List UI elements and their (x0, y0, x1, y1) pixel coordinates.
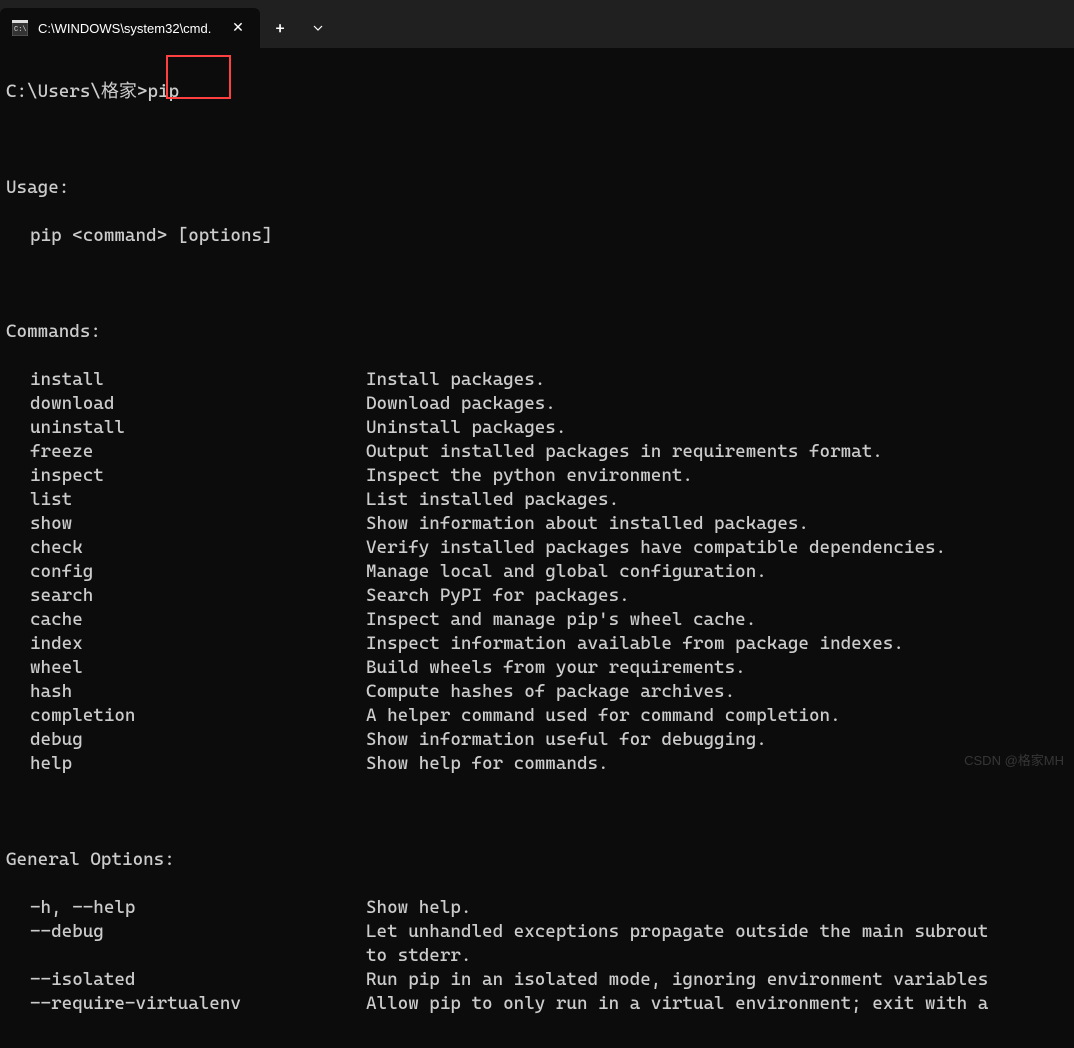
command-row: checkVerify installed packages have comp… (6, 536, 1068, 560)
command-row: inspectInspect the python environment. (6, 464, 1068, 488)
option-desc: Show help. (366, 897, 471, 918)
command-name: help (30, 752, 366, 776)
general-options-header: General Options: (6, 848, 1068, 872)
command-row: installInstall packages. (6, 368, 1068, 392)
option-name: -h, --help (30, 896, 366, 920)
command-row: helpShow help for commands. (6, 752, 1068, 776)
command-row: debugShow information useful for debuggi… (6, 728, 1068, 752)
command-desc: Show information about installed package… (366, 513, 809, 534)
blank-line (6, 128, 1068, 152)
command-name: index (30, 632, 366, 656)
command-row: showShow information about installed pac… (6, 512, 1068, 536)
terminal-output[interactable]: C:\Users\格家>pip Usage: pip <command> [op… (0, 48, 1074, 1048)
terminal-tab[interactable]: C:\ C:\WINDOWS\system32\cmd. ✕ (0, 8, 260, 48)
titlebar: C:\ C:\WINDOWS\system32\cmd. ✕ + (0, 0, 1074, 48)
commands-list: installInstall packages.downloadDownload… (6, 368, 1068, 776)
option-row: --isolatedRun pip in an isolated mode, i… (6, 968, 1068, 992)
command-name: list (30, 488, 366, 512)
command-name: show (30, 512, 366, 536)
command-name: cache (30, 608, 366, 632)
command-name: check (30, 536, 366, 560)
option-desc: Let unhandled exceptions propagate outsi… (366, 921, 988, 942)
general-options-list: -h, --helpShow help.--debugLet unhandled… (6, 896, 1068, 1016)
option-name: --debug (30, 920, 366, 944)
command-name: config (30, 560, 366, 584)
command-desc: Search PyPI for packages. (366, 585, 630, 606)
command-name: inspect (30, 464, 366, 488)
command-desc: List installed packages. (366, 489, 619, 510)
tab-title: C:\WINDOWS\system32\cmd. (38, 21, 218, 36)
command-desc: Show information useful for debugging. (366, 729, 767, 750)
command-row: configManage local and global configurat… (6, 560, 1068, 584)
tab-dropdown-button[interactable] (300, 8, 336, 48)
command-row: indexInspect information available from … (6, 632, 1068, 656)
command-row: hashCompute hashes of package archives. (6, 680, 1068, 704)
command-row: listList installed packages. (6, 488, 1068, 512)
command-desc: Inspect and manage pip's wheel cache. (366, 609, 756, 630)
option-desc: Run pip in an isolated mode, ignoring en… (366, 969, 988, 990)
command-row: completionA helper command used for comm… (6, 704, 1068, 728)
command-row: wheelBuild wheels from your requirements… (6, 656, 1068, 680)
command-name: uninstall (30, 416, 366, 440)
option-row: to stderr. (6, 944, 1068, 968)
new-tab-button[interactable]: + (260, 8, 300, 48)
prompt-command: pip (147, 80, 179, 104)
command-desc: Uninstall packages. (366, 417, 566, 438)
option-name: --isolated (30, 968, 366, 992)
command-name: freeze (30, 440, 366, 464)
prompt-path: C:\Users\格家> (6, 80, 147, 104)
command-row: downloadDownload packages. (6, 392, 1068, 416)
usage-header: Usage: (6, 176, 1068, 200)
command-name: search (30, 584, 366, 608)
command-desc: Verify installed packages have compatibl… (366, 537, 946, 558)
command-desc: Manage local and global configuration. (366, 561, 767, 582)
cmd-icon: C:\ (12, 20, 28, 36)
command-desc: Download packages. (366, 393, 556, 414)
usage-line: pip <command> [options] (6, 224, 1068, 248)
command-name: wheel (30, 656, 366, 680)
command-desc: Inspect the python environment. (366, 465, 693, 486)
command-desc: Build wheels from your requirements. (366, 657, 746, 678)
command-name: download (30, 392, 366, 416)
command-desc: Install packages. (366, 369, 545, 390)
command-row: searchSearch PyPI for packages. (6, 584, 1068, 608)
option-row: --require-virtualenvAllow pip to only ru… (6, 992, 1068, 1016)
command-desc: Inspect information available from packa… (366, 633, 904, 654)
option-row: --debugLet unhandled exceptions propagat… (6, 920, 1068, 944)
command-name: completion (30, 704, 366, 728)
command-desc: Output installed packages in requirement… (366, 441, 883, 462)
watermark: CSDN @格家MH (964, 750, 1064, 769)
command-name: install (30, 368, 366, 392)
option-desc: Allow pip to only run in a virtual envir… (366, 993, 988, 1014)
option-desc: to stderr. (366, 945, 471, 966)
command-name: debug (30, 728, 366, 752)
command-desc: Show help for commands. (366, 753, 609, 774)
option-row: -h, --helpShow help. (6, 896, 1068, 920)
command-name: hash (30, 680, 366, 704)
prompt-line: C:\Users\格家>pip (6, 80, 1068, 104)
tab-close-button[interactable]: ✕ (228, 18, 248, 38)
command-row: cacheInspect and manage pip's wheel cach… (6, 608, 1068, 632)
command-row: freezeOutput installed packages in requi… (6, 440, 1068, 464)
command-row: uninstallUninstall packages. (6, 416, 1068, 440)
command-desc: Compute hashes of package archives. (366, 681, 735, 702)
commands-header: Commands: (6, 320, 1068, 344)
blank-line (6, 272, 1068, 296)
command-desc: A helper command used for command comple… (366, 705, 841, 726)
option-name: --require-virtualenv (30, 992, 366, 1016)
blank-line (6, 800, 1068, 824)
svg-text:C:\: C:\ (14, 26, 27, 34)
